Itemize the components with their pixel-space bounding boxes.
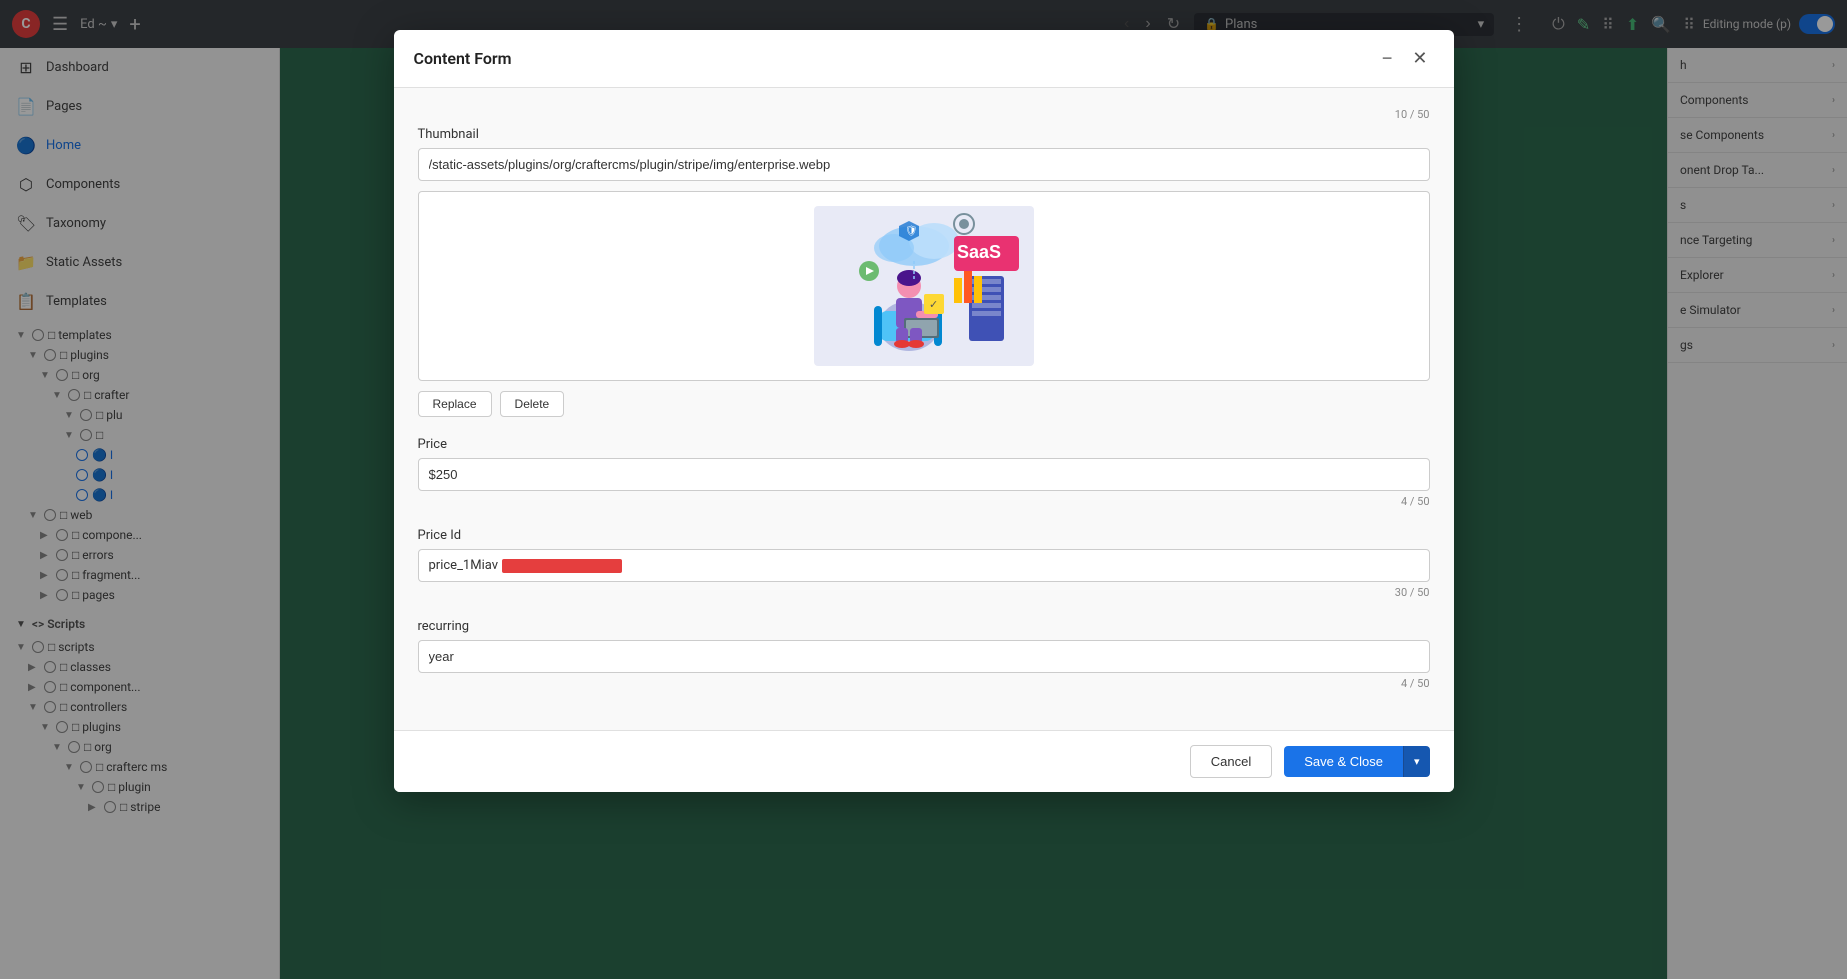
field-counter-top: 10 / 50 [418,108,1430,121]
price-input[interactable] [418,458,1430,491]
svg-text:🛡: 🛡 [905,225,918,237]
price-counter: 4 / 50 [418,495,1430,508]
price-id-redacted [502,559,622,573]
thumbnail-field-group: Thumbnail [418,127,1430,417]
delete-button[interactable]: Delete [500,391,565,417]
thumbnail-preview: SaaS [418,191,1430,381]
save-dropdown-button[interactable]: ▾ [1403,746,1430,777]
svg-text:✓: ✓ [929,298,938,311]
modal-footer: Cancel Save & Close ▾ [394,730,1454,792]
modal-content-inner: 10 / 50 Thumbnail [394,88,1454,730]
save-close-button[interactable]: Save & Close [1284,746,1403,777]
cancel-button[interactable]: Cancel [1190,745,1272,778]
modal-body[interactable]: 10 / 50 Thumbnail [394,88,1454,730]
image-actions: Replace Delete [418,391,1430,417]
recurring-counter: 4 / 50 [418,677,1430,690]
price-id-counter: 30 / 50 [418,586,1430,599]
saas-image: SaaS [814,206,1034,366]
price-id-visible-text: price_1Miav [429,558,499,573]
modal-close-button[interactable]: ✕ [1406,46,1433,71]
modal-title: Content Form [414,49,512,68]
replace-button[interactable]: Replace [418,391,492,417]
modal-minimize-button[interactable]: − [1376,46,1399,71]
modal-header-actions: − ✕ [1376,46,1434,71]
price-id-field-group: Price Id price_1Miav 30 / 50 [418,528,1430,599]
price-id-input-wrapper[interactable]: price_1Miav [418,549,1430,582]
price-label: Price [418,437,1430,452]
content-form-modal: Content Form − ✕ 10 / 50 Thumbnail [394,30,1454,792]
price-field-group: Price 4 / 50 [418,437,1430,508]
svg-text:SaaS: SaaS [957,242,1001,262]
thumbnail-label: Thumbnail [418,127,1430,142]
modal-header: Content Form − ✕ [394,30,1454,88]
price-id-label: Price Id [418,528,1430,543]
thumbnail-input[interactable] [418,148,1430,181]
save-close-group: Save & Close ▾ [1284,746,1429,777]
recurring-label: recurring [418,619,1430,634]
recurring-input[interactable] [418,640,1430,673]
recurring-field-group: recurring 4 / 50 [418,619,1430,690]
